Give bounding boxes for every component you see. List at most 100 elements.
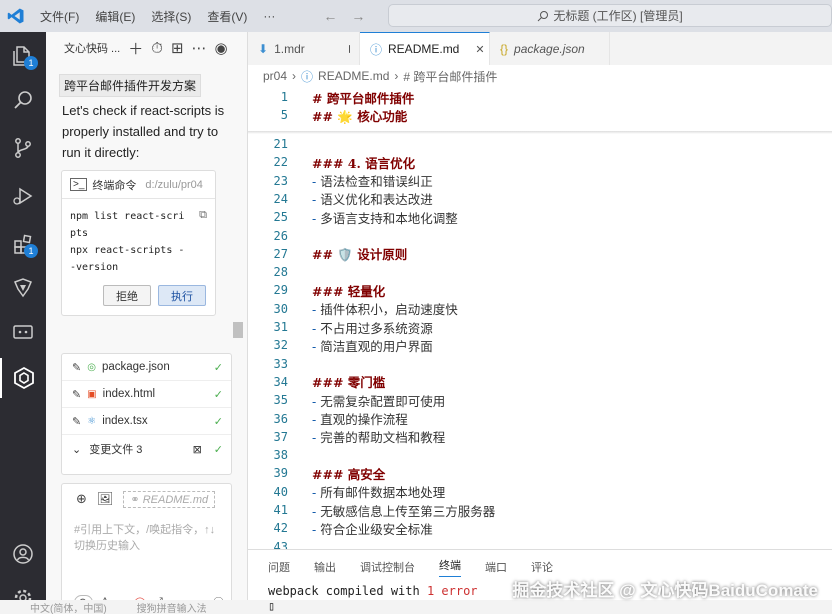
breadcrumb-symbol[interactable]: # 跨平台邮件插件 <box>403 68 497 85</box>
code-line[interactable]: 23 - 语法检查和错误纠正 <box>248 172 832 190</box>
file-row-package-json[interactable]: ✎ ◎ package.json ✓ <box>62 354 231 381</box>
menu-view[interactable]: 查看(V) <box>199 8 255 25</box>
breadcrumb-folder[interactable]: pr04 <box>263 69 287 83</box>
list-item-text: - 所有邮件数据本地处理 <box>312 482 445 501</box>
code-line[interactable]: 40 - 所有邮件数据本地处理 <box>248 483 832 501</box>
terminal-card-header: >_ 终端命令 d:/zulu/pr04 <box>62 171 215 199</box>
list-bullet: - <box>312 393 321 409</box>
line-number: 30 <box>273 301 288 316</box>
menu-edit[interactable]: 编辑(E) <box>87 8 143 25</box>
image-icon[interactable]: 🖼 <box>97 491 114 507</box>
panel-tab-problems[interactable]: 问题 <box>268 559 290 575</box>
code-line[interactable]: 28 <box>248 263 832 281</box>
list-item-text: - 插件体积小，启动速度快 <box>312 299 458 318</box>
terminal-command-card: >_ 终端命令 d:/zulu/pr04 npm list react-scri… <box>61 170 216 316</box>
search-sidebar-icon[interactable] <box>0 80 46 120</box>
panel-tab-debug-console[interactable]: 调试控制台 <box>360 559 415 575</box>
code-line[interactable]: 25 - 多语言支持和本地化调整 <box>248 208 832 226</box>
list-item-text: - 不占用过多系统资源 <box>312 318 433 337</box>
panel-tab-terminal[interactable]: 终端 <box>439 557 461 577</box>
code-line[interactable]: 42 - 符合企业级安全标准 <box>248 519 832 537</box>
code-line[interactable]: 34 ### 零门槛 <box>248 373 832 391</box>
tab-1-mdr[interactable]: ⬇ 1.mdr <box>248 32 360 65</box>
panel-tab-comments[interactable]: 评论 <box>531 559 553 575</box>
menu-selection[interactable]: 选择(S) <box>143 8 199 25</box>
code-line[interactable]: 36 - 直观的操作流程 <box>248 410 832 428</box>
line-number: 5 <box>280 108 288 122</box>
changed-files-summary[interactable]: ⌄ 变更文件 3 ⊠ ✓ <box>62 435 231 463</box>
chevron-down-icon[interactable]: ⌄ <box>72 443 81 456</box>
extensions-icon[interactable]: 1 <box>0 224 46 264</box>
new-chat-plus-icon[interactable]: ＋ <box>128 38 143 59</box>
code-line[interactable]: 27 ## 🛡️ 设计原则 <box>248 245 832 263</box>
account-icon[interactable] <box>0 534 46 574</box>
copy-icon[interactable]: ⧉ <box>199 209 207 222</box>
line-number: 34 <box>273 374 288 389</box>
list-bullet: - <box>312 430 321 446</box>
remote-explorer-icon[interactable] <box>0 312 46 352</box>
lingma-icon[interactable] <box>0 268 46 308</box>
code-line[interactable]: 31 - 不占用过多系统资源 <box>248 318 832 336</box>
panel-tab-output[interactable]: 输出 <box>314 559 336 575</box>
code-line[interactable]: 24 - 语义优化和表达改进 <box>248 190 832 208</box>
add-context-icon[interactable]: ⊕ <box>76 491 87 507</box>
user-avatar-icon[interactable]: ◉ <box>215 39 228 57</box>
chat-input-card[interactable]: ⊕ 🖼 ⚭ README.md #引用上下文，/唤起指令，↑↓切换历史输入 ⟳ … <box>61 483 232 614</box>
menu-file[interactable]: 文件(F) <box>32 8 87 25</box>
list-item-text: - 完善的帮助文档和教程 <box>312 427 445 446</box>
code-line[interactable]: 32 - 简洁直观的用户界面 <box>248 336 832 354</box>
file-row-index-tsx[interactable]: ✎ ⚛ index.tsx ✓ <box>62 408 231 435</box>
editor-content[interactable]: 1 # 跨平台邮件插件 5 ## 🌟 核心功能 21 22 ### 4. 语言优化 23 - 语… <box>248 87 832 549</box>
code-line[interactable]: 43 <box>248 538 832 549</box>
code-line[interactable]: 39 ### 高安全 <box>248 464 832 482</box>
code-line[interactable]: 29 ### 轻量化 <box>248 281 832 299</box>
code-line[interactable]: 26 <box>248 227 832 245</box>
code-line[interactable]: 22 ### 4. 语言优化 <box>248 153 832 171</box>
source-control-icon[interactable] <box>0 128 46 168</box>
tab-package-json[interactable]: {} package.json <box>490 32 610 65</box>
code-line[interactable]: 21 <box>248 135 832 153</box>
execute-button[interactable]: 执行 <box>158 285 206 306</box>
code-line[interactable]: 41 - 无敏感信息上传至第三方服务器 <box>248 501 832 519</box>
history-clock-icon[interactable]: ⏱ <box>151 40 163 57</box>
code-line[interactable]: 5 ## 🌟 核心功能 <box>248 106 832 124</box>
current-file-chip[interactable]: ⚭ README.md <box>123 490 216 508</box>
more-dots-icon[interactable]: ⋯ <box>192 39 207 57</box>
file-row-index-html[interactable]: ✎ ▣ index.html ✓ <box>62 381 231 408</box>
chevron-right-icon: › <box>292 69 297 83</box>
code-line[interactable]: 37 - 完善的帮助文档和教程 <box>248 428 832 446</box>
ime-language: 中文(简体，中国) <box>30 603 107 614</box>
chat-scrollbar-thumb[interactable] <box>233 322 243 338</box>
forward-arrow-icon[interactable]: → <box>351 8 365 24</box>
menu-more[interactable]: ··· <box>255 9 283 23</box>
reject-all-icon[interactable]: ⊠ <box>193 443 202 456</box>
context-tag[interactable]: 跨平台邮件插件开发方案 <box>59 74 202 97</box>
bullet-text: 无敏感信息上传至第三方服务器 <box>320 503 496 519</box>
close-tab-icon[interactable]: ✕ <box>475 43 484 56</box>
code-line[interactable]: 33 <box>248 355 832 373</box>
explorer-icon[interactable]: 1 <box>0 36 46 76</box>
ime-name: 搜狗拼音输入法 <box>136 603 207 614</box>
reject-button[interactable]: 拒绝 <box>103 285 151 306</box>
panel-tab-ports[interactable]: 端口 <box>485 559 507 575</box>
changed-files-card: ✎ ◎ package.json ✓ ✎ ▣ index.html ✓ ✎ ⚛ … <box>61 353 232 475</box>
code-line[interactable]: 38 <box>248 446 832 464</box>
markdown-heading: ## 🛡️ 设计原则 <box>312 247 408 263</box>
accept-all-check-icon[interactable]: ✓ <box>214 443 223 456</box>
command-center-search[interactable]: 无标题 (工作区) [管理员] <box>388 4 832 27</box>
list-item-text: - 语义优化和表达改进 <box>312 189 433 208</box>
chat-input-placeholder[interactable]: #引用上下文，/唤起指令，↑↓切换历史输入 <box>74 522 224 554</box>
vscode-logo-icon <box>0 0 32 32</box>
tab-readme-md[interactable]: ⓘ README.md ✕ <box>360 32 490 65</box>
code-line[interactable]: 35 - 无需复杂配置即可使用 <box>248 391 832 409</box>
file-name: index.tsx <box>102 415 148 427</box>
run-debug-icon[interactable] <box>0 176 46 216</box>
list-bullet: - <box>312 174 321 190</box>
back-arrow-icon[interactable]: ← <box>323 8 337 24</box>
code-line[interactable]: 30 - 插件体积小，启动速度快 <box>248 300 832 318</box>
plugins-grid-icon[interactable]: ⊞ <box>171 39 184 57</box>
code-line[interactable]: 1 # 跨平台邮件插件 <box>248 88 832 106</box>
breadcrumb-file[interactable]: README.md <box>318 69 389 83</box>
json-file-icon: ◎ <box>87 361 96 373</box>
comate-icon[interactable] <box>0 358 46 398</box>
